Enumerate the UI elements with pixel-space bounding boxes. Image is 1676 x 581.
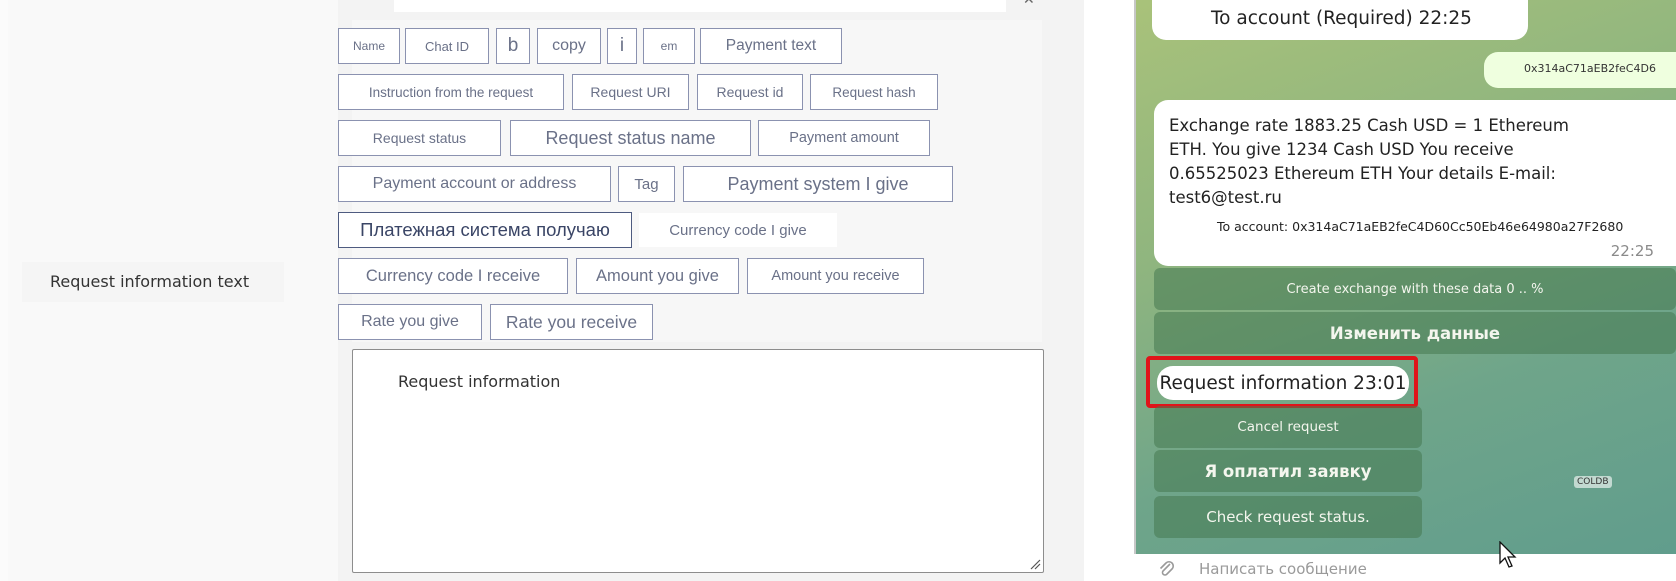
check-status-button[interactable]: Check request status. xyxy=(1154,496,1422,538)
window-edge xyxy=(1134,0,1136,581)
expand-icon[interactable]: ✕ xyxy=(1023,0,1035,8)
message-time: 22:25 xyxy=(1610,242,1654,260)
previous-field-edge xyxy=(394,0,1006,12)
tag-request-status[interactable]: Request status xyxy=(338,120,501,156)
tag-currency-code-give[interactable]: Currency code I give xyxy=(638,212,838,248)
cancel-request-button[interactable]: Cancel request xyxy=(1154,406,1422,448)
tag-em[interactable]: em xyxy=(643,28,695,64)
tag-payment-amount[interactable]: Payment amount xyxy=(758,120,930,156)
request-info-textarea[interactable]: Request information xyxy=(352,349,1044,573)
tag-payment-system-receive[interactable]: Платежная система получаю xyxy=(338,212,632,248)
tag-payment-account[interactable]: Payment account or address xyxy=(338,166,611,202)
textarea-content: Request information xyxy=(398,372,561,391)
tag-rate-give[interactable]: Rate you give xyxy=(338,304,482,340)
paid-request-button[interactable]: Я оплатил заявку xyxy=(1154,450,1422,492)
tag-request-hash[interactable]: Request hash xyxy=(810,74,938,110)
message-text: Exchange rate 1883.25 Cash USD = 1 Ether… xyxy=(1169,116,1569,207)
sticker-label: COLDB xyxy=(1574,476,1612,488)
mouse-cursor-icon xyxy=(1499,541,1517,568)
telegram-chat: To account (Required) 22:25 0x314aC71aEB… xyxy=(1134,0,1676,581)
tag-amount-receive[interactable]: Amount you receive xyxy=(747,258,924,294)
message-text: To account (Required) 22:25 xyxy=(1211,8,1472,29)
field-column: ✕ Name Chat ID b copy i em Payment text … xyxy=(338,0,1084,581)
outgoing-message-bubble: 0x314aC71aEB2feC4D6 xyxy=(1484,52,1676,88)
field-label: Request information text xyxy=(22,262,284,302)
tag-request-status-name[interactable]: Request status name xyxy=(510,120,751,156)
message-text: 0x314aC71aEB2feC4D6 xyxy=(1524,62,1656,75)
tag-bold[interactable]: b xyxy=(496,28,530,64)
tag-copy[interactable]: copy xyxy=(537,28,601,64)
message-account: To account: 0x314aC71aEB2feC4D60Cc50Eb46… xyxy=(1217,219,1624,234)
tag-currency-code-receive[interactable]: Currency code I receive xyxy=(338,258,568,294)
tag-amount-give[interactable]: Amount you give xyxy=(576,258,739,294)
edit-data-button[interactable]: Изменить данные xyxy=(1154,312,1676,354)
tag-tag[interactable]: Tag xyxy=(618,166,675,202)
tag-chat-id[interactable]: Chat ID xyxy=(405,28,489,64)
attach-icon[interactable] xyxy=(1156,558,1176,578)
tag-request-uri[interactable]: Request URI xyxy=(572,74,689,110)
shortcode-tags: Name Chat ID b copy i em Payment text In… xyxy=(338,20,1042,342)
resize-handle-icon[interactable] xyxy=(1029,558,1041,570)
page-margin xyxy=(0,0,8,581)
tag-instruction[interactable]: Instruction from the request xyxy=(338,74,564,110)
message-input-placeholder: Написать сообщение xyxy=(1199,560,1367,578)
message-bubble-exchange: Exchange rate 1883.25 Cash USD = 1 Ether… xyxy=(1154,100,1676,266)
panel-divider xyxy=(1084,0,1134,581)
create-exchange-button[interactable]: Create exchange with these data 0 .. % xyxy=(1154,268,1676,310)
tag-request-id[interactable]: Request id xyxy=(697,74,803,110)
message-bubble: To account (Required) 22:25 xyxy=(1152,0,1528,40)
tag-italic[interactable]: i xyxy=(607,28,637,64)
tag-payment-system-give[interactable]: Payment system I give xyxy=(683,166,953,202)
request-info-message: Request information 23:01 xyxy=(1157,366,1409,400)
tag-rate-receive[interactable]: Rate you receive xyxy=(490,304,653,340)
tag-name[interactable]: Name xyxy=(338,28,400,64)
message-input-bar[interactable]: Написать сообщение xyxy=(1134,554,1676,581)
tag-payment-text[interactable]: Payment text xyxy=(700,28,842,64)
